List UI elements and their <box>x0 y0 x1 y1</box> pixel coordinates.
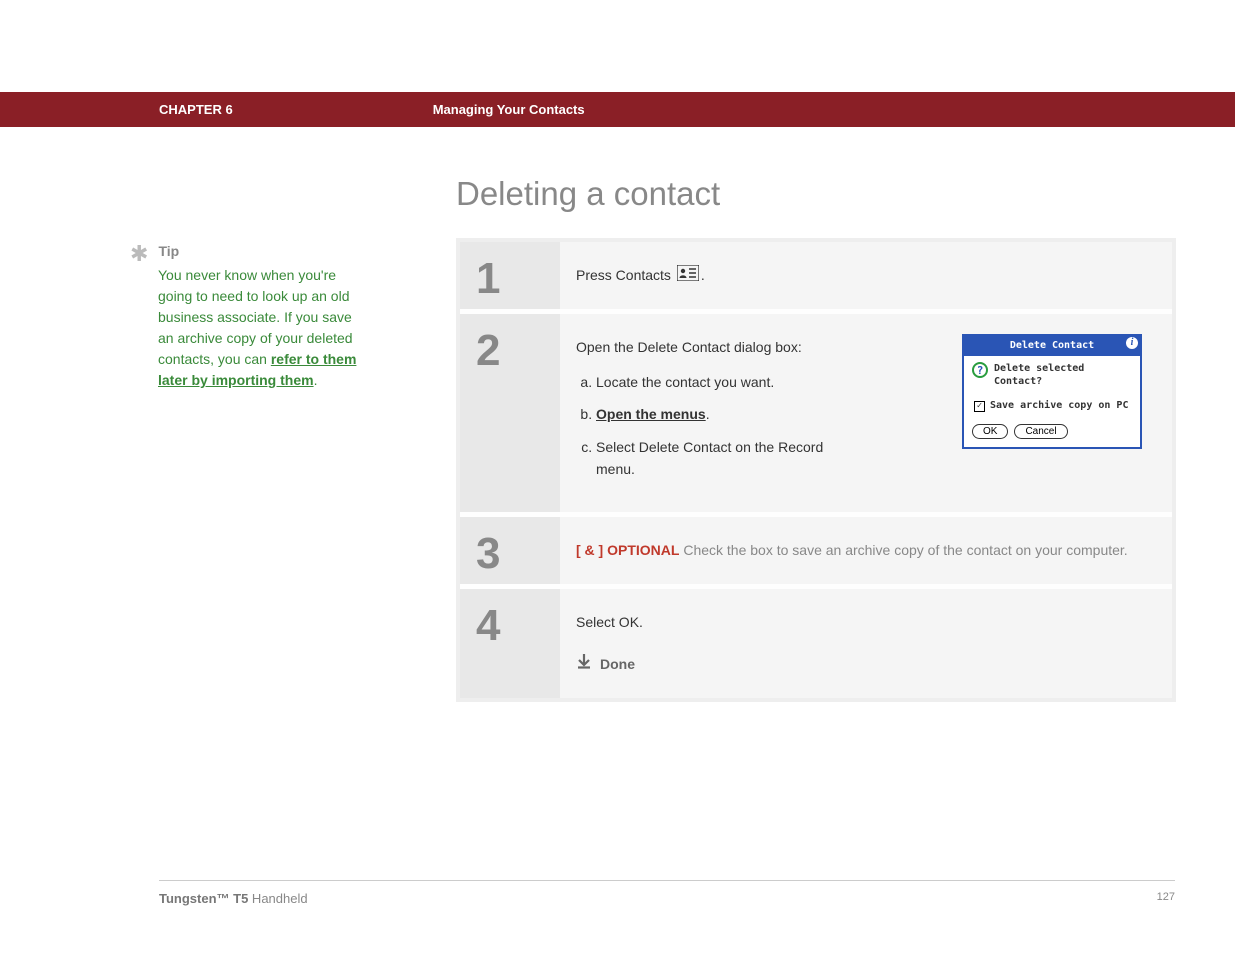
tip-after: . <box>314 372 318 388</box>
done-label: Done <box>600 653 635 675</box>
step-body: Open the Delete Contact dialog box: Loca… <box>560 314 1172 512</box>
dialog-question: Delete selected Contact? <box>994 362 1132 388</box>
footer: Tungsten™ T5 Handheld 127 <box>159 880 1175 906</box>
done-row: Done <box>576 653 1152 675</box>
delete-contact-dialog: Delete Contact i ? Delete selected Conta… <box>962 334 1142 449</box>
step-number: 2 <box>460 314 560 512</box>
dialog-body: ? Delete selected Contact? ✓ Save archiv… <box>964 356 1140 447</box>
step2-b-after: . <box>706 406 710 422</box>
step2-c: Select Delete Contact on the Record menu… <box>596 436 856 481</box>
product-name: Tungsten™ T5 Handheld <box>159 891 308 906</box>
open-menus-link[interactable]: Open the menus <box>596 406 706 422</box>
step-1: 1 Press Contacts . <box>460 242 1172 314</box>
step-number: 3 <box>460 517 560 583</box>
step-2: 2 Open the Delete Contact dialog box: Lo… <box>460 314 1172 517</box>
question-icon: ? <box>972 362 988 378</box>
step-body: Select OK. Done <box>560 589 1172 698</box>
ok-button[interactable]: OK <box>972 424 1008 439</box>
main-content: Deleting a contact 1 Press Contacts . <box>456 175 1176 702</box>
step-3: 3 [ & ] OPTIONAL Check the box to save a… <box>460 517 1172 588</box>
done-arrow-icon <box>576 653 592 675</box>
step-number: 4 <box>460 589 560 698</box>
optional-text: Check the box to save an archive copy of… <box>679 542 1127 558</box>
header-bar: CHAPTER 6 Managing Your Contacts <box>0 92 1235 127</box>
step2-a: Locate the contact you want. <box>596 371 856 393</box>
optional-label: [ & ] OPTIONAL <box>576 542 679 558</box>
step-number: 1 <box>460 242 560 309</box>
contacts-icon <box>677 265 699 287</box>
product-rest: Handheld <box>248 891 307 906</box>
product-bold: Tungsten™ T5 <box>159 891 248 906</box>
asterisk-icon: ✱ <box>130 243 148 265</box>
dialog-title-bar: Delete Contact i <box>964 336 1140 356</box>
tip-body: You never know when you're going to need… <box>158 265 370 391</box>
step-4: 4 Select OK. Done <box>460 589 1172 698</box>
tip-label: Tip <box>158 243 179 259</box>
archive-label: Save archive copy on PC <box>990 398 1128 414</box>
step1-text-before: Press Contacts <box>576 267 675 283</box>
steps-container: 1 Press Contacts . 2 <box>456 238 1176 702</box>
step1-text-after: . <box>701 267 705 283</box>
step-body: [ & ] OPTIONAL Check the box to save an … <box>560 517 1172 583</box>
step2-intro: Open the Delete Contact dialog box: <box>576 339 802 355</box>
step-body: Press Contacts . <box>560 242 1172 309</box>
archive-checkbox-row[interactable]: ✓ Save archive copy on PC <box>974 398 1132 414</box>
checkbox-icon[interactable]: ✓ <box>974 401 985 412</box>
section-label: Managing Your Contacts <box>433 102 585 117</box>
step4-text: Select OK. <box>576 614 643 630</box>
tip-sidebar: ✱ Tip You never know when you're going t… <box>130 243 370 391</box>
step2-b: Open the menus. <box>596 403 856 425</box>
dialog-title-text: Delete Contact <box>1010 340 1094 351</box>
page-title: Deleting a contact <box>456 175 1176 213</box>
cancel-button[interactable]: Cancel <box>1014 424 1067 439</box>
chapter-label: CHAPTER 6 <box>159 102 233 117</box>
page-number: 127 <box>1157 891 1175 906</box>
info-icon[interactable]: i <box>1126 337 1138 349</box>
